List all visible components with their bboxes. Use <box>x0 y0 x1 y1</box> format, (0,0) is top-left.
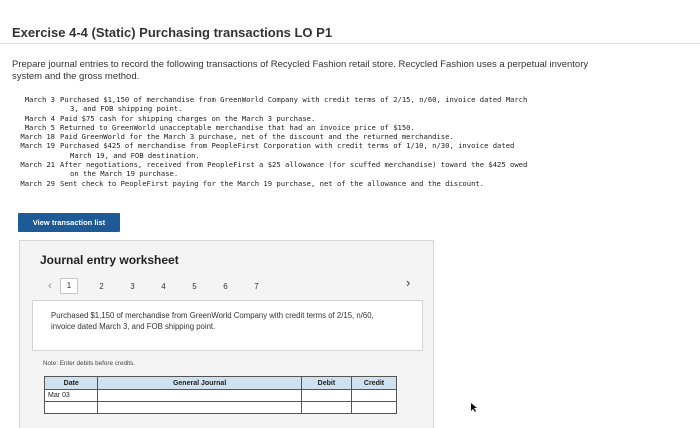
general-journal-column-header: General Journal <box>97 376 302 390</box>
entry-note: Note: Enter debits before credits. <box>43 360 136 367</box>
transaction-item: March 29 Sent check to PeopleFirst paying… <box>12 179 612 188</box>
date-cell[interactable]: Mar 03 <box>43 389 99 402</box>
debit-column-header: Debit <box>300 376 353 390</box>
transaction-list: March 3 Purchased $1,150 of merchandise f… <box>12 95 612 188</box>
page-tab-2[interactable]: 2 <box>86 282 117 291</box>
page-tab-7[interactable]: 7 <box>241 282 272 291</box>
transaction-text: Purchased $1,150 of merchandise from Gre… <box>60 95 612 114</box>
journal-entry-worksheet: Journal entry worksheet ‹ 1 2 3 4 5 6 7 … <box>19 240 434 428</box>
transaction-date: March 21 <box>20 160 55 170</box>
transaction-date: March 3 <box>24 95 55 104</box>
account-cell[interactable] <box>97 401 302 414</box>
debit-cell[interactable] <box>300 389 353 402</box>
transaction-description-box: Purchased $1,150 of merchandise from Gre… <box>32 300 423 351</box>
table-row <box>43 401 397 414</box>
page-tab-6[interactable]: 6 <box>210 282 241 291</box>
transaction-line: Purchased $425 of merchandise from Peopl… <box>60 141 515 151</box>
transaction-date: March 19 <box>20 141 55 151</box>
page-tab-5[interactable]: 5 <box>179 282 210 291</box>
debit-cell[interactable] <box>300 401 353 414</box>
transaction-line: 3, and FOB shipping point. <box>70 104 183 114</box>
transaction-line: Paid $75 cash for shipping charges on th… <box>60 113 316 123</box>
transaction-line: on the March 19 purchase. <box>70 169 179 179</box>
date-cell[interactable] <box>43 401 99 414</box>
transaction-line: After negotiations, received from People… <box>60 160 528 170</box>
page-tab-1[interactable]: 1 <box>60 278 78 294</box>
transaction-item: March 4 Paid $75 cash for shipping charge… <box>12 114 612 123</box>
table-row: Mar 03 <box>43 389 397 402</box>
transaction-text: Returned to GreenWorld unacceptable merc… <box>60 123 612 132</box>
journal-table: Date General Journal Debit Credit Mar 03 <box>43 376 397 414</box>
date-column-header: Date <box>43 376 99 390</box>
view-transaction-list-button[interactable]: View transaction list <box>18 213 120 232</box>
chevron-left-icon[interactable]: ‹ <box>42 280 58 292</box>
page-tab-3[interactable]: 3 <box>117 282 148 291</box>
transaction-item: March 3 Purchased $1,150 of merchandise f… <box>12 95 612 114</box>
transaction-text: After negotiations, received from People… <box>60 160 612 179</box>
transaction-date: March 5 <box>24 122 55 132</box>
transaction-item: March 19 Purchased $425 of merchandise fr… <box>12 141 612 160</box>
transaction-line: March 19, and FOB destination. <box>70 150 200 160</box>
transaction-description: Purchased $1,150 of merchandise from Gre… <box>51 311 374 331</box>
transaction-line: Returned to GreenWorld unacceptable merc… <box>60 122 415 132</box>
transaction-item: March 5 Returned to GreenWorld unacceptab… <box>12 123 612 132</box>
worksheet-pager: ‹ 1 2 3 4 5 6 7 <box>42 278 272 294</box>
credit-cell[interactable] <box>351 389 397 402</box>
account-cell[interactable] <box>97 389 302 402</box>
exercise-header: Exercise 4-4 (Static) Purchasing transac… <box>0 0 700 44</box>
page-title: Exercise 4-4 (Static) Purchasing transac… <box>12 25 333 40</box>
transaction-line: Sent check to PeopleFirst paying for the… <box>60 178 485 188</box>
transaction-text: Purchased $425 of merchandise from Peopl… <box>60 141 612 160</box>
transaction-line: Purchased $1,150 of merchandise from Gre… <box>60 95 528 104</box>
transaction-item: March 21 After negotiations, received fro… <box>12 160 612 179</box>
credit-column-header: Credit <box>351 376 397 390</box>
transaction-date: March 18 <box>20 132 55 142</box>
worksheet-title: Journal entry worksheet <box>40 253 179 267</box>
instructions-text: Prepare journal entries to record the fo… <box>12 59 589 82</box>
mouse-cursor-icon <box>471 403 477 412</box>
page-tab-4[interactable]: 4 <box>148 282 179 291</box>
transaction-item: March 18 Paid GreenWorld for the March 3 … <box>12 132 612 141</box>
transaction-text: Sent check to PeopleFirst paying for the… <box>60 179 612 188</box>
chevron-right-icon[interactable]: › <box>406 275 410 290</box>
credit-cell[interactable] <box>351 401 397 414</box>
transaction-line: Paid GreenWorld for the March 3 purchase… <box>60 132 454 142</box>
transaction-text: Paid GreenWorld for the March 3 purchase… <box>60 132 612 141</box>
transaction-date: March 4 <box>24 113 55 123</box>
transaction-date: March 29 <box>20 178 55 188</box>
transaction-text: Paid $75 cash for shipping charges on th… <box>60 114 612 123</box>
